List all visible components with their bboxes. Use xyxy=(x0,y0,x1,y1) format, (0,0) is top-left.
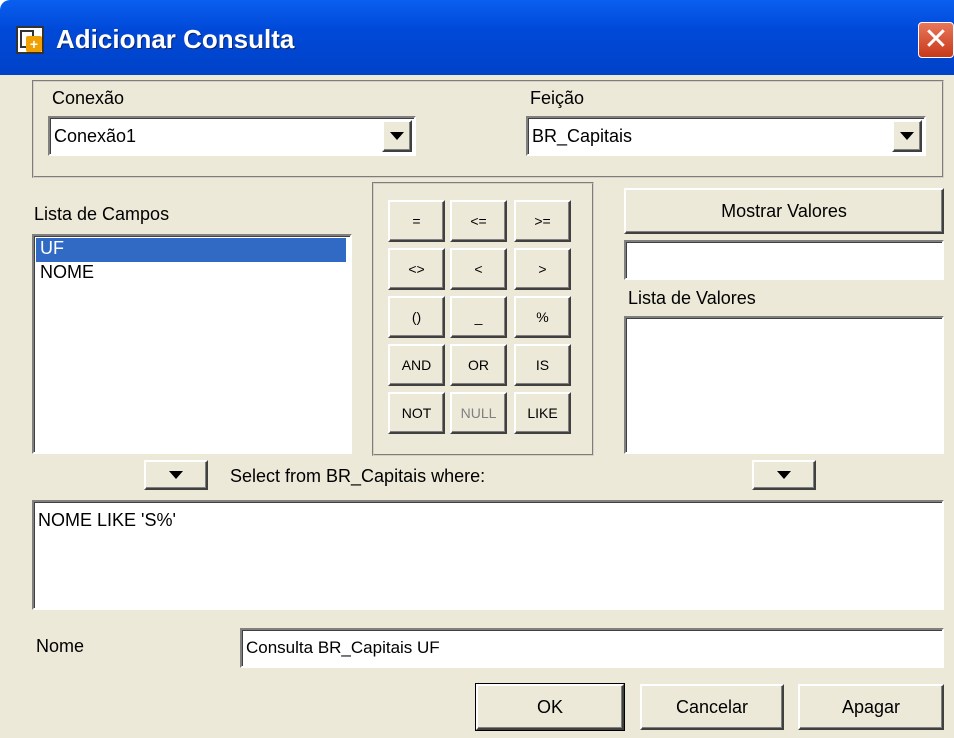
cancel-button[interactable]: Cancelar xyxy=(640,684,784,730)
add-query-icon: + xyxy=(16,26,44,54)
fields-label: Lista de Campos xyxy=(34,204,170,224)
op-is-button[interactable]: IS xyxy=(514,344,571,386)
op-greater-button[interactable]: > xyxy=(514,248,571,290)
feature-value: BR_Capitais xyxy=(532,126,633,146)
op-underscore-button[interactable]: _ xyxy=(450,296,507,338)
clear-button[interactable]: Apagar xyxy=(798,684,944,730)
op-less-button[interactable]: < xyxy=(450,248,507,290)
values-listbox[interactable] xyxy=(624,316,944,454)
op-percent-button[interactable]: % xyxy=(514,296,571,338)
chevron-down-icon xyxy=(777,471,791,479)
list-item[interactable]: NOME xyxy=(36,262,346,286)
connection-value: Conexão1 xyxy=(54,126,137,146)
op-like-button[interactable]: LIKE xyxy=(514,392,571,434)
connection-label: Conexão xyxy=(52,88,125,108)
chevron-down-icon xyxy=(900,132,914,140)
window-title: Adicionar Consulta xyxy=(56,24,295,54)
query-name-input[interactable] xyxy=(240,628,944,668)
fields-insert-dropdown-button[interactable] xyxy=(144,460,208,490)
field-item-uf: UF xyxy=(40,238,64,258)
name-label: Nome xyxy=(36,636,85,656)
op-null-button[interactable]: NULL xyxy=(450,392,507,434)
close-button[interactable]: ✕ xyxy=(918,22,954,58)
title-bar[interactable]: + Adicionar Consulta ✕ xyxy=(0,0,954,75)
op-parentheses-button[interactable]: () xyxy=(388,296,445,338)
query-expression-text: NOME LIKE 'S%' xyxy=(38,510,176,530)
op-equal-button[interactable]: = xyxy=(388,200,445,242)
value-filter-input[interactable] xyxy=(624,240,944,280)
op-or-button[interactable]: OR xyxy=(450,344,507,386)
show-values-button[interactable]: Mostrar Valores xyxy=(624,188,944,234)
feature-label: Feição xyxy=(530,88,585,108)
op-greater-equal-button[interactable]: >= xyxy=(514,200,571,242)
connection-combobox[interactable]: Conexão1 xyxy=(48,116,416,156)
op-less-equal-button[interactable]: <= xyxy=(450,200,507,242)
values-insert-dropdown-button[interactable] xyxy=(752,460,816,490)
op-not-equal-button[interactable]: <> xyxy=(388,248,445,290)
close-icon: ✕ xyxy=(923,23,949,56)
list-item-selected[interactable]: UF xyxy=(36,238,346,262)
feature-combobox[interactable]: BR_Capitais xyxy=(526,116,926,156)
fields-listbox[interactable]: UF NOME xyxy=(32,234,352,454)
feature-dropdown-button[interactable] xyxy=(892,120,922,152)
op-and-button[interactable]: AND xyxy=(388,344,445,386)
chevron-down-icon xyxy=(169,471,183,479)
field-item-nome: NOME xyxy=(40,262,94,282)
query-expression-textarea[interactable]: NOME LIKE 'S%' xyxy=(32,500,944,610)
ok-button[interactable]: OK xyxy=(475,683,625,731)
connection-dropdown-button[interactable] xyxy=(382,120,412,152)
chevron-down-icon xyxy=(390,132,404,140)
values-label: Lista de Valores xyxy=(628,288,756,308)
op-not-button[interactable]: NOT xyxy=(388,392,445,434)
query-prefix: Select from BR_Capitais where: xyxy=(230,466,486,486)
